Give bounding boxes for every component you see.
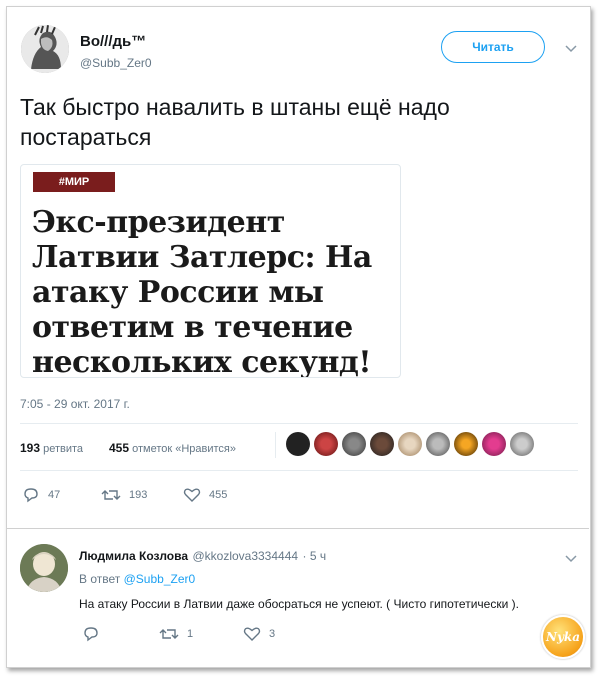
author-avatar[interactable] [21,25,69,73]
retweet-stat[interactable]: 193 ретвита [20,441,83,455]
reply-retweet-count: 1 [187,628,194,640]
stats-separator [275,432,276,458]
news-card[interactable]: #МИР Экс-президент Латвии Затлерс: На ат… [20,164,401,378]
reply-to-prefix: В ответ [79,572,121,586]
like-count: 455 [109,441,130,455]
reply-header: Людмила Козлова @kkozlova3334444 · 5 ч [79,547,326,565]
like-stat[interactable]: 455 отметок «Нравится» [109,441,236,455]
retweet-count: 193 [20,441,41,455]
reply-to-line: В ответ @Subb_Zer0 [79,572,195,586]
divider [20,423,578,424]
retweet-label: ретвита [43,443,84,455]
reply-count: 47 [48,489,61,501]
liker-avatar[interactable] [398,432,422,456]
reply-time[interactable]: · 5 ч [303,549,327,563]
reply-like-action[interactable]: 3 [243,626,275,642]
reply-separator [7,528,589,529]
retweet-icon [159,629,179,639]
reply-like-count: 3 [269,628,276,640]
reply-author-avatar[interactable] [20,544,68,592]
liker-avatar[interactable] [510,432,534,456]
reply-retweet-action[interactable]: 1 [159,626,193,642]
follow-button[interactable]: Читать [441,31,545,63]
liker-avatar[interactable] [482,432,506,456]
like-count-action: 455 [209,489,228,501]
like-action[interactable]: 455 [183,487,227,503]
heart-icon [243,627,261,641]
like-label: отметок «Нравится» [132,443,236,455]
divider [20,470,578,471]
liker-avatar[interactable] [370,432,394,456]
tweet-text: Так быстро навалить в штаны ещё надо пос… [20,94,450,150]
reply-avatar-portrait-icon [20,544,68,592]
reply-icon [24,488,38,503]
card-tag: #МИР [33,172,115,192]
heart-icon [183,488,201,502]
retweet-action[interactable]: 193 [101,487,147,503]
liker-avatars [286,432,538,456]
reply-chevron-down-icon[interactable] [565,550,577,566]
liker-avatar[interactable] [342,432,366,456]
chevron-down-icon[interactable] [565,40,577,56]
reply-action[interactable]: 47 [22,487,60,503]
card-headline: Экс-президент Латвии Затлерс: На атаку Р… [32,205,372,378]
avatar-portrait-icon [21,25,69,73]
reply-to-link[interactable]: @Subb_Zer0 [124,572,196,586]
watermark-logo: Nyka [541,615,585,659]
retweet-icon [101,490,121,500]
reply-author-name[interactable]: Людмила Козлова [79,549,188,563]
retweet-count-action: 193 [129,489,148,501]
reply-text: На атаку России в Латвии даже обосраться… [79,597,519,611]
tweet-timestamp[interactable]: 7:05 - 29 окт. 2017 г. [20,397,130,411]
reply-author-handle[interactable]: @kkozlova3334444 [192,549,298,563]
author-handle[interactable]: @Subb_Zer0 [80,56,152,70]
author-name[interactable]: Во///дь™ [80,33,146,50]
liker-avatar[interactable] [426,432,450,456]
liker-avatar[interactable] [454,432,478,456]
liker-avatar[interactable] [314,432,338,456]
liker-avatar[interactable] [286,432,310,456]
reply-icon [84,627,98,642]
reply-reply-action[interactable] [82,626,108,642]
